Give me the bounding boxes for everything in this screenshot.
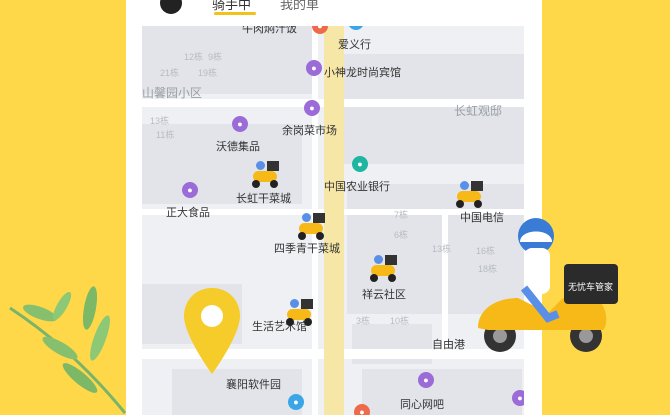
delivery-rider-icon[interactable] [368,252,398,282]
bus-icon[interactable]: ● [288,394,304,410]
building-label: 21栋 [160,68,180,78]
shop-icon[interactable]: ● [232,116,248,132]
delivery-rider-icon[interactable] [250,158,280,188]
delivery-rider-icon[interactable] [284,296,314,326]
location-pin-icon[interactable] [182,286,242,376]
building-label: 19栋 [198,68,218,78]
internet-cafe-icon[interactable]: ● [418,372,434,388]
place-label: 四季青干菜城 [274,243,340,255]
place-label: 同心网吧 [400,399,444,411]
place-label: 沃德集品 [216,141,260,153]
place-label: 长虹干菜城 [236,193,291,205]
place-label: 祥云社区 [362,289,406,301]
place-label: 自由港 [432,339,465,351]
place-label: 中国农业银行 [324,181,390,193]
building-label: 6栋 [394,230,409,240]
building-label: 10栋 [390,316,410,326]
bank-icon[interactable]: ● [352,156,368,172]
shop-icon[interactable]: ● [182,182,198,198]
building-label: 7栋 [394,210,409,220]
menu-icon[interactable] [160,0,182,14]
building-label: 13栋 [432,244,452,254]
tab-my-orders[interactable]: 我的单 [280,0,319,13]
top-bar: 骑手中 我的单 [126,0,542,26]
place-label: 长虹观邸 [454,104,503,118]
place-label: 山馨园小区 [142,86,203,100]
hotel-icon[interactable]: ● [306,60,322,76]
restaurant-icon[interactable]: ● [354,404,370,415]
building-label: 11栋 [156,130,175,140]
place-label: 爱义行 [338,39,371,51]
delivery-rider-icon: 无忧车管家 [478,218,618,352]
place-label: 余岗菜市场 [282,125,337,137]
market-icon[interactable]: ● [304,100,320,116]
delivery-rider-icon[interactable] [296,210,326,240]
shop-icon[interactable]: ● [512,390,524,406]
delivery-rider-icon[interactable] [454,178,484,208]
tab-indicator [214,12,256,15]
building-label: 3栋 [356,316,371,326]
building-label: 13栋 [150,116,170,126]
svg-text:无忧车管家: 无忧车管家 [568,281,613,292]
place-label: 襄阳软件园 [226,379,281,391]
leaf-decoration-icon [9,286,127,414]
building-label: 12栋 [184,52,204,62]
building-label: 9栋 [208,52,223,62]
place-label: 正大食品 [166,207,210,219]
place-label: 小神龙时尚宾馆 [324,67,401,79]
